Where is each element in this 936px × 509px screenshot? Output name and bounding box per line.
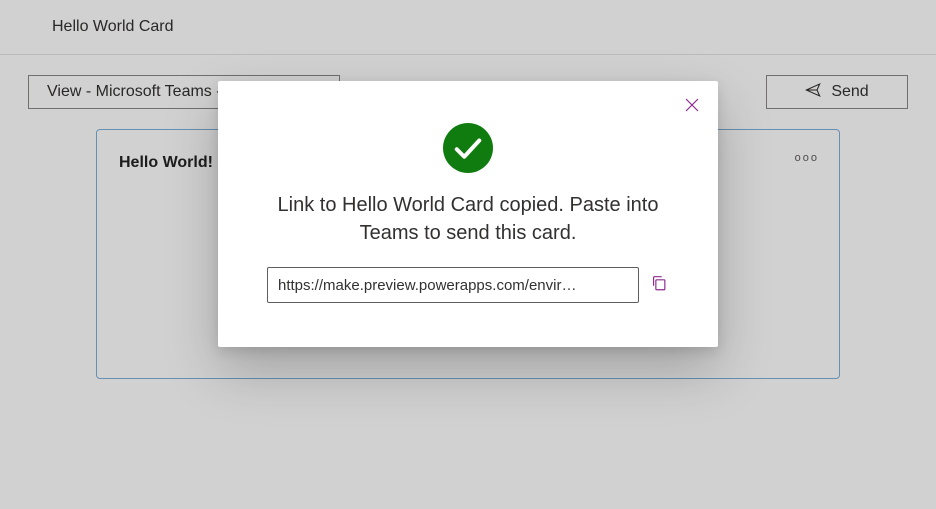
- modal-overlay[interactable]: Link to Hello World Card copied. Paste i…: [0, 0, 936, 509]
- copy-icon: [650, 274, 668, 297]
- modal-message: Link to Hello World Card copied. Paste i…: [246, 191, 690, 267]
- link-copied-dialog: Link to Hello World Card copied. Paste i…: [218, 81, 718, 347]
- link-input[interactable]: [267, 267, 639, 303]
- copy-button[interactable]: [649, 275, 669, 295]
- close-icon: [685, 98, 699, 117]
- close-button[interactable]: [680, 95, 704, 119]
- link-row: [246, 267, 690, 303]
- success-icon: [443, 123, 493, 173]
